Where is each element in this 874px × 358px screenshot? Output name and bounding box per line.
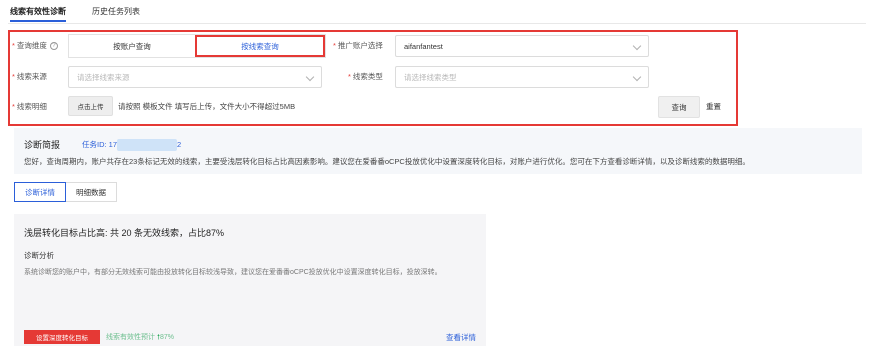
subtab-detail-data[interactable]: 明细数据 <box>66 182 117 202</box>
task-id: 任务ID: 17 2 <box>82 139 181 152</box>
required-mark: * <box>333 41 336 50</box>
summary-title: 诊断简报 <box>24 140 61 150</box>
detail-label: * 线索明细 <box>12 102 47 111</box>
upload-button[interactable]: 点击上传 <box>68 96 113 116</box>
chevron-down-icon <box>632 72 642 82</box>
type-select[interactable]: 请选择线索类型 <box>395 66 649 88</box>
source-placeholder: 请选择线索来源 <box>77 72 130 82</box>
chevron-down-icon <box>632 41 642 51</box>
view-detail-link[interactable]: 查看详情 <box>446 332 476 343</box>
result-subtabs: 诊断详情 明细数据 <box>14 182 117 202</box>
tab-diagnosis[interactable]: 线索有效性诊断 <box>10 6 66 22</box>
template-file-link[interactable]: 模板文件 <box>143 102 173 111</box>
tab-history[interactable]: 历史任务列表 <box>92 6 140 22</box>
validity-metric: 线索有效性预计 🠕87% <box>106 334 174 341</box>
top-tabs: 线索有效性诊断 历史任务列表 <box>10 6 140 22</box>
type-placeholder: 请选择线索类型 <box>404 72 457 82</box>
upload-tip: 请按照 模板文件 填写后上传，文件大小不得超过5MB <box>118 102 296 111</box>
card-subtitle: 诊断分析 <box>24 251 54 260</box>
redacted-mask <box>117 139 178 152</box>
query-dimension-label: * 查询维度? <box>12 40 58 51</box>
card-description: 系统诊断您的账户中，有部分无效线索可能由投放转化目标较浅导致，建议您在爱番番oC… <box>24 269 442 276</box>
required-mark: * <box>12 41 15 50</box>
account-select-value: aifanfantest <box>404 41 443 51</box>
card-title: 浅层转化目标占比高: 共 20 条无效线索，占比87% <box>24 228 225 238</box>
source-select[interactable]: 请选择线索来源 <box>68 66 322 88</box>
set-deep-conversion-button[interactable]: 设置深度转化目标 <box>24 330 100 344</box>
diagnosis-card: 浅层转化目标占比高: 共 20 条无效线索，占比87% 诊断分析 系统诊断您的账… <box>14 214 486 346</box>
required-mark: * <box>348 72 351 81</box>
diagnosis-summary: 诊断简报 任务ID: 17 2 您好，查询周期内，账户共存在23条标记无效的线索，… <box>14 128 862 174</box>
source-label: * 线索来源 <box>12 72 47 81</box>
account-select[interactable]: aifanfantest <box>395 35 649 57</box>
query-by-lead-button[interactable]: 按线索查询 <box>195 35 325 57</box>
chevron-down-icon <box>305 72 315 82</box>
query-button[interactable]: 查询 <box>658 96 700 118</box>
reset-button[interactable]: 重置 <box>706 101 721 112</box>
subtab-diagnosis-detail[interactable]: 诊断详情 <box>14 182 66 202</box>
type-label: * 线索类型 <box>348 72 383 81</box>
tabs-divider <box>8 23 866 24</box>
query-by-account-button[interactable]: 按账户查询 <box>69 35 195 57</box>
required-mark: * <box>12 72 15 81</box>
required-mark: * <box>12 102 15 111</box>
summary-text: 您好，查询周期内，账户共存在23条标记无效的线索，主要受浅层转化目标占比高因素影… <box>24 157 750 166</box>
account-select-label: * 推广账户选择 <box>333 41 383 50</box>
query-dimension-segmented: 按账户查询 按线索查询 <box>68 34 326 58</box>
help-icon[interactable]: ? <box>49 42 58 51</box>
